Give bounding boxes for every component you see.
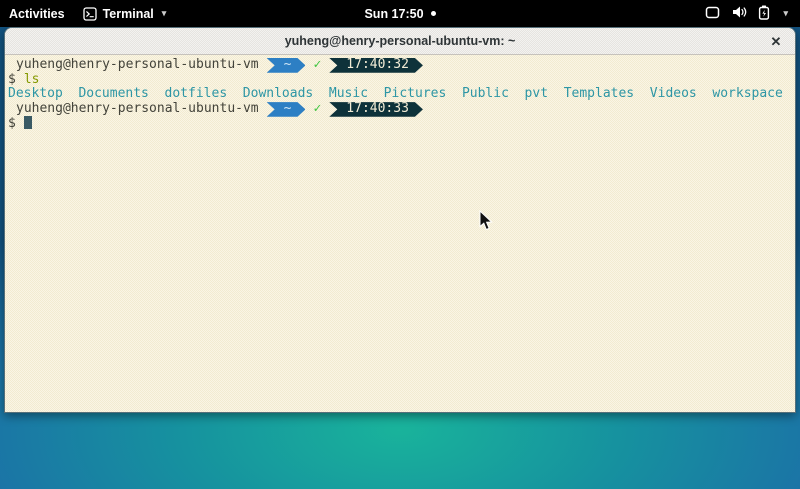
top-bar: Activities Terminal ▾ Sun 17:50 [0, 0, 800, 27]
mouse-pointer [479, 210, 493, 231]
topbar-left: Activities Terminal ▾ [0, 0, 175, 27]
prompt-time-segment: 17:40:32 [329, 58, 423, 73]
desktop: Activities Terminal ▾ Sun 17:50 [0, 0, 800, 489]
app-menu-label: Terminal [103, 7, 154, 21]
prompt-line-1: yuheng@henry-personal-ubuntu-vm ~ ✓ 17:4… [16, 58, 795, 73]
prompt-path-segment: ~ [267, 58, 306, 73]
prompt-symbol: $ [8, 116, 16, 131]
notification-dot-icon [431, 11, 436, 16]
battery-charging-icon [758, 5, 770, 23]
command-text: ls [24, 72, 40, 87]
terminal-window: yuheng@henry-personal-ubuntu-vm: ~ ✕ yuh… [4, 27, 796, 413]
command-line-1: $ ls [8, 73, 795, 88]
window-title: yuheng@henry-personal-ubuntu-vm: ~ [285, 34, 516, 48]
display-icon [705, 6, 720, 22]
text-cursor [24, 116, 32, 129]
prompt-time-segment: 17:40:33 [329, 102, 423, 117]
prompt-user-host: yuheng@henry-personal-ubuntu-vm [16, 58, 259, 73]
status-check-icon: ✓ [313, 58, 321, 73]
topbar-right: ▾ [693, 0, 800, 27]
prompt-path-segment: ~ [267, 102, 306, 117]
status-check-icon: ✓ [313, 102, 321, 117]
clock-button[interactable]: Sun 17:50 [355, 7, 444, 21]
chevron-down-icon: ▾ [162, 9, 167, 18]
close-icon[interactable]: ✕ [763, 28, 789, 54]
prompt-symbol: $ [8, 72, 16, 87]
activities-button[interactable]: Activities [0, 0, 74, 27]
prompt-line-2: yuheng@henry-personal-ubuntu-vm ~ ✓ 17:4… [16, 102, 795, 117]
system-menu-button[interactable]: ▾ [693, 0, 800, 27]
terminal-app-icon [83, 7, 97, 21]
terminal-body[interactable]: yuheng@henry-personal-ubuntu-vm ~ ✓ 17:4… [5, 55, 795, 412]
command-line-2: $ [8, 117, 795, 132]
clock-label: Sun 17:50 [364, 7, 423, 21]
volume-icon [731, 5, 747, 22]
app-menu-button[interactable]: Terminal ▾ [74, 0, 176, 27]
chevron-down-icon: ▾ [783, 9, 788, 18]
prompt-user-host: yuheng@henry-personal-ubuntu-vm [16, 102, 259, 117]
window-titlebar[interactable]: yuheng@henry-personal-ubuntu-vm: ~ ✕ [5, 28, 795, 55]
ls-output: Desktop Documents dotfiles Downloads Mus… [8, 87, 795, 102]
